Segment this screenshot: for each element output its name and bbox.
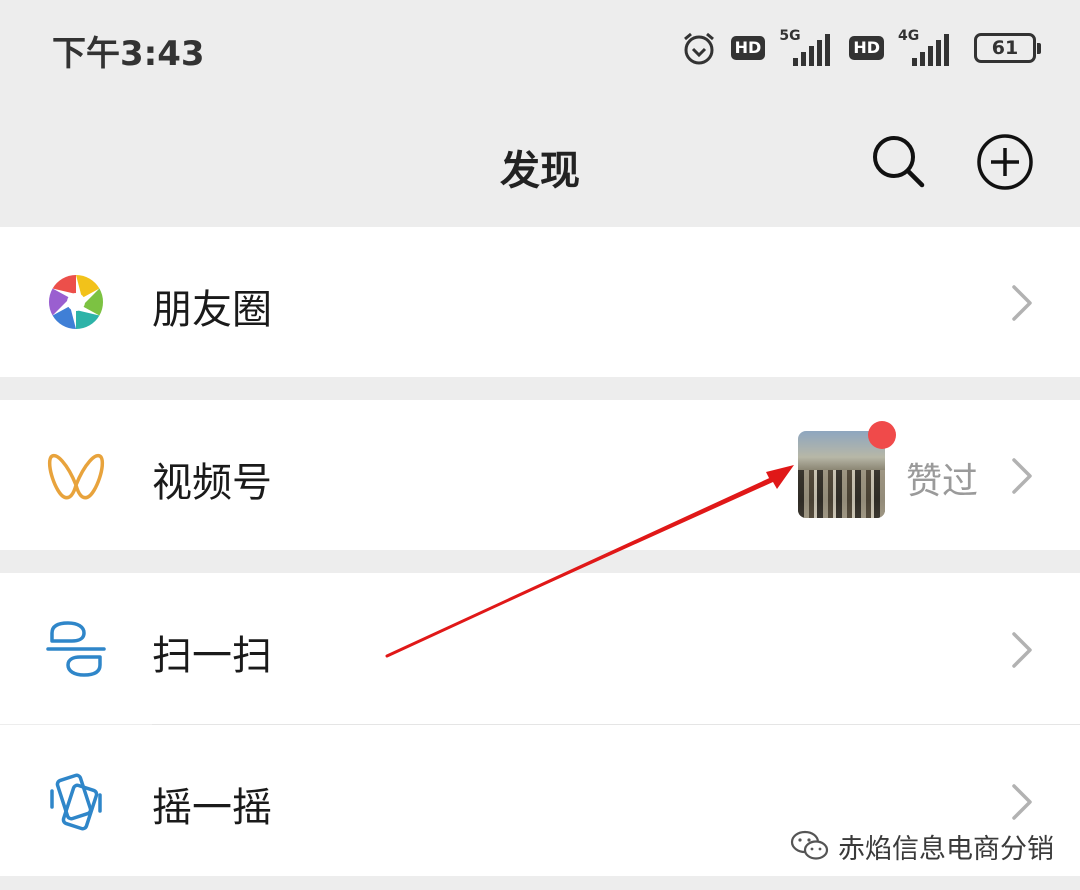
hd-badge-2: HD xyxy=(849,36,884,60)
notification-dot xyxy=(868,421,896,449)
alarm-icon xyxy=(683,32,714,65)
menu-item-scan[interactable]: 扫一扫 xyxy=(0,573,1080,724)
status-time: 下午3:43 xyxy=(52,34,205,74)
channels-status-text: 赞过 xyxy=(906,461,979,502)
channels-butterfly-icon xyxy=(48,453,104,500)
chevron-right-icon xyxy=(1012,632,1032,668)
menu-item-label: 摇一摇 xyxy=(152,785,272,831)
moments-aperture-icon xyxy=(48,275,104,329)
search-icon[interactable] xyxy=(870,133,926,189)
status-icons: HD 5G HD 4G 61 xyxy=(681,26,1041,70)
menu-item-label: 视频号 xyxy=(152,460,272,506)
hd-badge: HD xyxy=(730,36,766,60)
wechat-logo-icon xyxy=(790,830,829,860)
menu-item-label: 扫一扫 xyxy=(152,633,272,679)
signal-4g-icon: 4G xyxy=(898,28,954,66)
chevron-right-icon xyxy=(1012,285,1032,321)
menu-item-label: 朋友圈 xyxy=(152,287,272,333)
add-icon[interactable] xyxy=(976,133,1034,191)
chevron-right-icon xyxy=(1012,784,1032,820)
status-bar: 下午3:43 HD 5G HD 4G 61 xyxy=(0,0,1080,100)
shake-phone-icon xyxy=(50,773,102,831)
battery-icon: 61 xyxy=(974,33,1041,63)
battery-level: 61 xyxy=(991,37,1019,59)
menu-item-channels[interactable]: 视频号 赞过 xyxy=(0,400,1080,550)
watermark-text: 赤焰信息电商分销 xyxy=(838,833,1054,865)
scan-icon xyxy=(46,621,106,677)
watermark: 赤焰信息电商分销 xyxy=(790,826,1054,866)
chevron-right-icon xyxy=(1012,458,1032,494)
nav-bar: 发现 xyxy=(0,100,1080,226)
menu-item-moments[interactable]: 朋友圈 xyxy=(0,227,1080,377)
signal-5g-icon: 5G xyxy=(779,28,835,66)
